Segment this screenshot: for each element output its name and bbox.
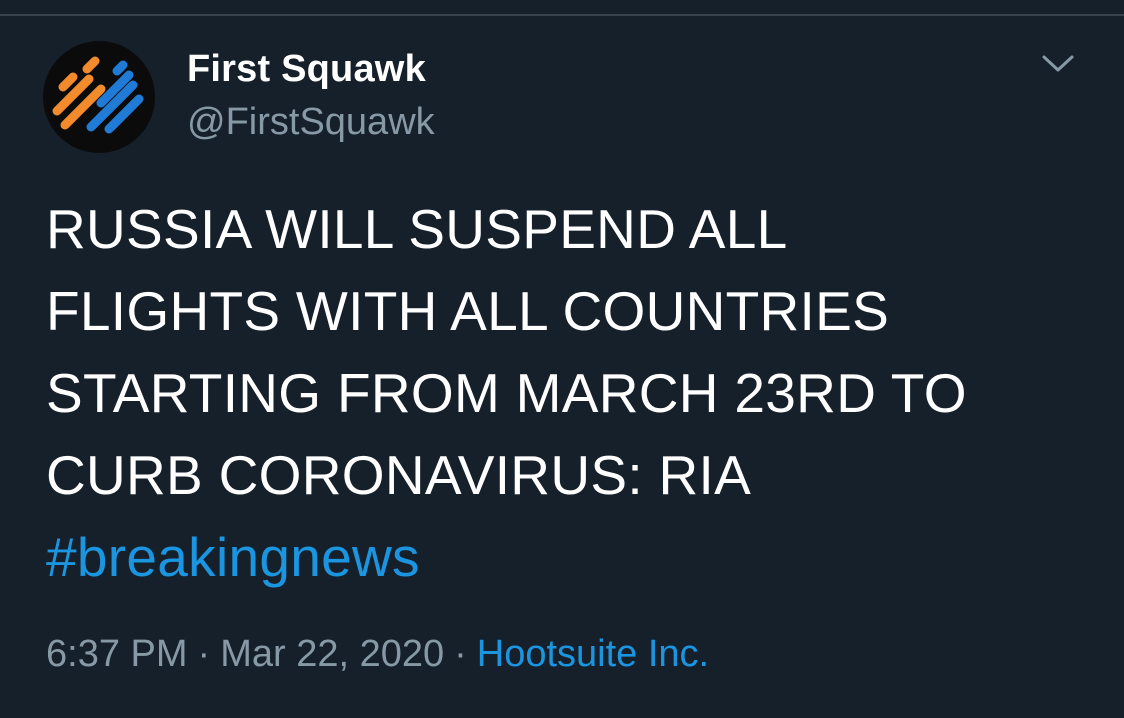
display-name[interactable]: First Squawk [187,48,426,91]
first-squawk-logo-icon [52,56,144,134]
tweet-source-link[interactable]: Hootsuite Inc. [477,633,709,675]
tweet-card: First Squawk @FirstSquawk RUSSIA WILL SU… [0,0,1124,718]
avatar[interactable] [43,41,155,153]
tweet-text-line: CURB CORONAVIRUS: RIA [46,444,752,506]
tweet-text: RUSSIA WILL SUSPEND ALL FLIGHTS WITH ALL… [46,188,1086,598]
hashtag-link[interactable]: #breakingnews [46,526,420,588]
tweet-text-line: FLIGHTS WITH ALL COUNTRIES [46,280,890,342]
tweet-date[interactable]: Mar 22, 2020 [220,633,444,675]
meta-separator: · [197,633,211,675]
tweet-meta: 6:37 PM · Mar 22, 2020 · Hootsuite Inc. [46,633,709,676]
handle[interactable]: @FirstSquawk [187,101,435,144]
top-divider [0,14,1124,16]
meta-separator: · [454,633,467,675]
tweet-text-line: STARTING FROM MARCH 23RD TO [46,362,967,424]
tweet-time[interactable]: 6:37 PM [46,633,188,675]
more-options-button[interactable] [1040,48,1076,78]
tweet-text-line: RUSSIA WILL SUSPEND ALL [46,198,788,260]
chevron-down-icon [1042,55,1074,72]
